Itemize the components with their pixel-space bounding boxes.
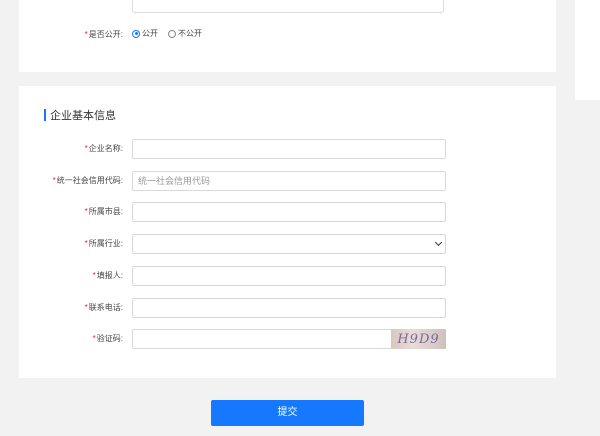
- company-name-input[interactable]: [132, 139, 446, 159]
- phone-input[interactable]: [132, 298, 446, 318]
- visibility-label: *是否公开:: [84, 30, 123, 39]
- chevron-down-icon: [434, 238, 443, 247]
- side-card: [575, 0, 600, 100]
- credit-code-input[interactable]: 统一社会信用代码: [132, 171, 446, 191]
- submit-button[interactable]: 提交: [211, 400, 364, 426]
- visibility-card: *是否公开: 公开 不公开: [19, 0, 556, 72]
- industry-label: *所属行业:: [84, 239, 123, 248]
- radio-public[interactable]: 公开: [132, 28, 158, 39]
- captcha-input[interactable]: [132, 329, 392, 349]
- section-accent-bar: [44, 109, 46, 121]
- credit-code-placeholder: 统一社会信用代码: [138, 176, 211, 186]
- section-title: 企业基本信息: [44, 107, 116, 123]
- radio-public-indicator[interactable]: [132, 29, 140, 38]
- reporter-label: *填报人:: [92, 271, 123, 280]
- industry-select[interactable]: [132, 234, 446, 254]
- radio-private[interactable]: 不公开: [168, 28, 202, 39]
- phone-label: *联系电话:: [84, 303, 123, 312]
- company-name-label: *企业名称:: [84, 144, 123, 153]
- previous-textarea[interactable]: [132, 0, 444, 13]
- credit-code-label: *统一社会信用代码:: [52, 176, 123, 185]
- company-info-card: 企业基本信息 *企业名称: *统一社会信用代码: 统一社会信用代码 *所属市县:…: [19, 86, 556, 378]
- radio-private-indicator[interactable]: [168, 29, 176, 38]
- captcha-label: *验证码:: [92, 334, 123, 343]
- city-county-label: *所属市县:: [84, 207, 123, 216]
- captcha-image[interactable]: H9D9: [391, 329, 446, 349]
- reporter-input[interactable]: [132, 266, 446, 286]
- visibility-radio-group: 公开 不公开: [132, 28, 208, 39]
- city-county-input[interactable]: [132, 202, 446, 222]
